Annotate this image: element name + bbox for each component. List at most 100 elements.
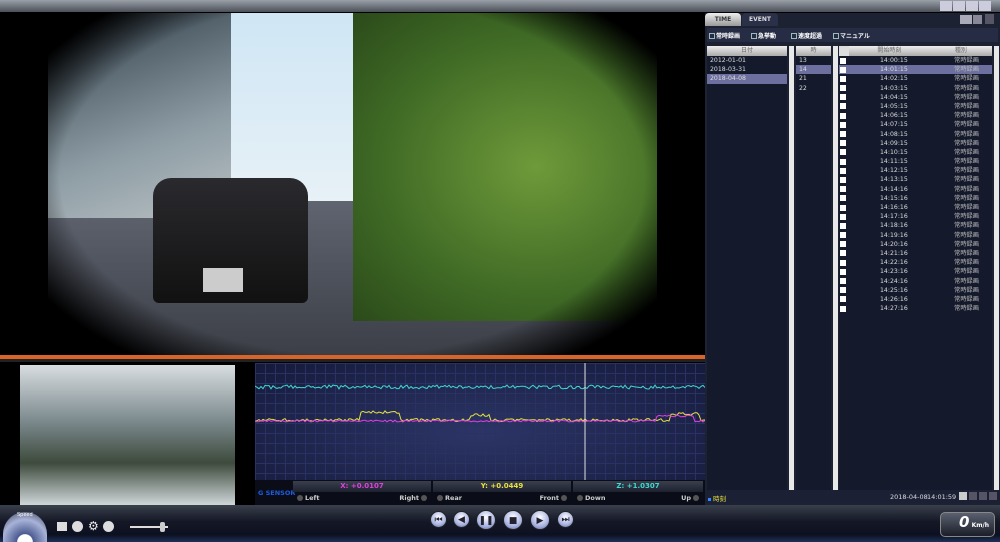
file-checkbox[interactable]	[840, 195, 846, 202]
step-back-button[interactable]: ◀	[453, 511, 470, 528]
file-row[interactable]: 14:05:15 常時録画	[839, 102, 992, 111]
layout-down-icon[interactable]	[969, 492, 977, 500]
file-row[interactable]: 14:19:16 常時録画	[839, 231, 992, 240]
file-checkbox[interactable]	[840, 204, 846, 211]
file-row[interactable]: 14:03:15 常時録画	[839, 84, 992, 93]
file-checkbox[interactable]	[840, 112, 846, 119]
hour-item[interactable]: 22	[796, 84, 831, 93]
layout-icon[interactable]	[959, 492, 967, 500]
file-checkbox[interactable]	[840, 85, 846, 92]
minimize-icon[interactable]	[953, 1, 965, 11]
file-row[interactable]: 14:01:15 常時録画	[839, 65, 992, 75]
front-camera-video[interactable]	[48, 13, 657, 355]
file-row[interactable]: 14:11:15 常時録画	[839, 157, 992, 166]
select-all-checkbox[interactable]	[839, 46, 849, 56]
stop-button[interactable]: ■	[503, 510, 523, 530]
hour-item[interactable]: 13	[796, 56, 831, 65]
file-scrollbar[interactable]	[994, 46, 999, 491]
file-row[interactable]: 14:27:16 常時録画	[839, 304, 992, 313]
filter-sudden[interactable]: 急挙動	[751, 31, 776, 40]
tab-event[interactable]: EVENT	[742, 13, 778, 26]
file-row[interactable]: 14:15:16 常時録画	[839, 194, 992, 203]
file-row[interactable]: 14:24:16 常時録画	[839, 277, 992, 286]
info-icon[interactable]	[103, 521, 114, 532]
file-checkbox[interactable]	[840, 176, 846, 183]
snapshot-icon[interactable]	[57, 522, 67, 531]
date-header[interactable]: 日付	[707, 46, 787, 56]
file-checkbox[interactable]	[840, 278, 846, 284]
file-row[interactable]: 14:14:16 常時録画	[839, 185, 992, 194]
file-row[interactable]: 14:08:15 常時録画	[839, 130, 992, 139]
date-item[interactable]: 2018-03-31	[707, 65, 787, 74]
volume-slider[interactable]	[130, 522, 168, 532]
file-checkbox[interactable]	[840, 103, 846, 110]
file-row[interactable]: 14:21:16 常時録画	[839, 249, 992, 258]
file-row[interactable]: 14:20:16 常時録画	[839, 240, 992, 249]
file-row[interactable]: 14:26:16 常時録画	[839, 295, 992, 304]
filter-normal[interactable]: 常時録画	[709, 31, 740, 40]
pause-button[interactable]: ❚❚	[476, 510, 496, 530]
list-icon[interactable]	[973, 15, 982, 24]
file-checkbox[interactable]	[840, 140, 846, 147]
file-checkbox[interactable]	[840, 57, 846, 64]
file-row[interactable]: 14:02:15 常時録画	[839, 74, 992, 83]
file-checkbox[interactable]	[840, 167, 846, 174]
file-checkbox[interactable]	[840, 121, 846, 128]
filter-speeding[interactable]: 速度超過	[791, 31, 822, 40]
play-button[interactable]: ▶	[530, 510, 550, 530]
file-row[interactable]: 14:06:15 常時録画	[839, 111, 992, 120]
file-row[interactable]: 14:07:15 常時録画	[839, 120, 992, 129]
skip-end-button[interactable]: ⏭	[557, 511, 574, 528]
file-row[interactable]: 14:23:16 常時録画	[839, 267, 992, 276]
tab-time[interactable]: TIME	[705, 13, 741, 26]
file-row[interactable]: 14:09:15 常時録画	[839, 139, 992, 148]
file-row[interactable]: 14:18:16 常時録画	[839, 221, 992, 230]
file-checkbox[interactable]	[840, 241, 846, 248]
file-row[interactable]: 14:25:16 常時録画	[839, 286, 992, 295]
gsensor-graph[interactable]	[254, 363, 706, 480]
date-item[interactable]: 2018-04-08	[707, 74, 787, 84]
file-checkbox[interactable]	[840, 232, 846, 239]
file-checkbox[interactable]	[840, 158, 846, 165]
start-header[interactable]: 開始時刻	[849, 46, 930, 56]
folder-icon[interactable]	[960, 15, 972, 24]
file-row[interactable]: 14:16:16 常時録画	[839, 203, 992, 212]
file-checkbox[interactable]	[840, 259, 846, 266]
layout-up-icon[interactable]	[989, 492, 997, 500]
file-checkbox[interactable]	[840, 94, 846, 101]
file-checkbox[interactable]	[840, 222, 846, 229]
file-row[interactable]: 14:00:15 常時録画	[839, 56, 992, 65]
maximize-icon[interactable]	[966, 1, 978, 11]
film-settings-icon[interactable]	[72, 521, 83, 532]
file-row[interactable]: 14:10:15 常時録画	[839, 148, 992, 157]
rear-camera-video[interactable]	[20, 365, 235, 505]
file-checkbox[interactable]	[840, 213, 846, 220]
file-row[interactable]: 14:13:15 常時録画	[839, 175, 992, 184]
file-checkbox[interactable]	[840, 287, 846, 294]
layout-list-icon[interactable]	[979, 492, 987, 500]
restore-icon[interactable]	[940, 1, 952, 11]
hour-item[interactable]: 14	[796, 65, 831, 75]
file-row[interactable]: 14:04:15 常時録画	[839, 93, 992, 102]
hour-item[interactable]: 21	[796, 74, 831, 83]
file-row[interactable]: 14:17:16 常時録画	[839, 212, 992, 221]
file-checkbox[interactable]	[840, 250, 846, 257]
filter-manual[interactable]: マニュアル	[833, 31, 870, 40]
hour-scrollbar[interactable]	[833, 46, 838, 491]
file-checkbox[interactable]	[840, 66, 846, 73]
file-checkbox[interactable]	[840, 75, 846, 82]
file-checkbox[interactable]	[840, 149, 846, 156]
close-icon[interactable]	[979, 1, 991, 11]
date-scrollbar[interactable]	[789, 46, 794, 491]
type-header[interactable]: 種別	[930, 46, 992, 56]
file-checkbox[interactable]	[840, 305, 846, 312]
trash-icon[interactable]	[985, 14, 994, 24]
file-checkbox[interactable]	[840, 296, 846, 303]
file-checkbox[interactable]	[840, 268, 846, 275]
hour-header[interactable]: 時	[796, 46, 831, 56]
file-row[interactable]: 14:12:15 常時録画	[839, 166, 992, 175]
file-row[interactable]: 14:22:16 常時録画	[839, 258, 992, 267]
skip-start-button[interactable]: ⏮	[430, 511, 447, 528]
file-checkbox[interactable]	[840, 131, 846, 137]
date-item[interactable]: 2012-01-01	[707, 56, 787, 65]
